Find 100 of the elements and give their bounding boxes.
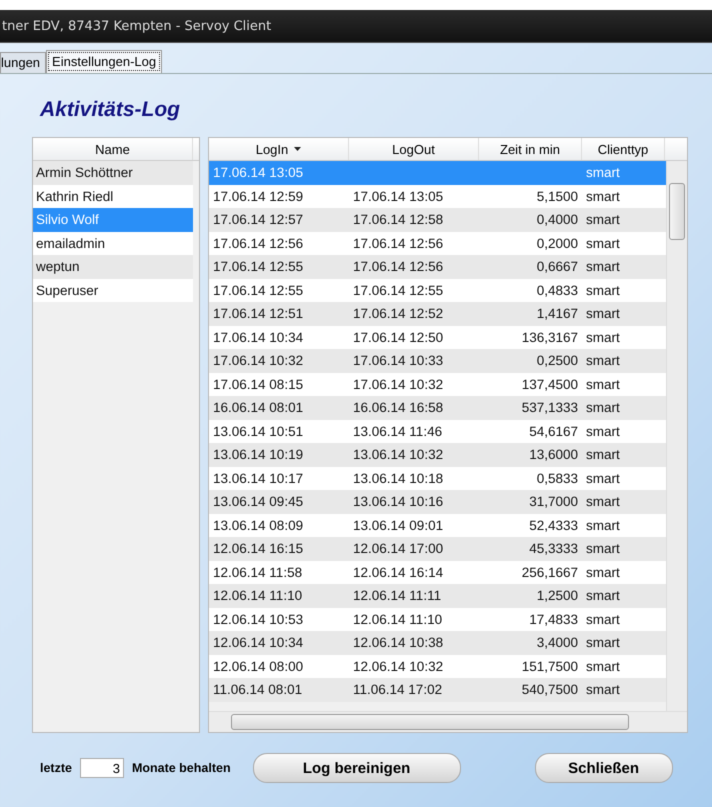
log-row[interactable]: 17.06.14 08:15 17.06.14 10:32 137,4500 smart: [209, 372, 666, 396]
log-row[interactable]: 16.06.14 08:01 16.06.14 16:58 537,1333 smart: [209, 396, 666, 420]
table-cell-text: smart: [585, 236, 621, 251]
field-label: letzte: [40, 761, 72, 775]
table-cell-text: 13,6000: [528, 447, 579, 462]
table-cell-text: smart: [585, 658, 621, 674]
table-cell-text: 1,4167: [536, 306, 579, 322]
table-cell-text: smart: [585, 682, 621, 698]
table-cell-text: 5,1500: [536, 188, 579, 204]
log-row[interactable]: 11.06.14 08:01 11.06.14 17:02 540,7500 smart: [209, 678, 666, 702]
log-row[interactable]: 13.06.14 10:51 13.06.14 11:46 54,6167 smart: [209, 420, 666, 443]
table-cell-text: 12.06.14 10:34: [212, 635, 304, 650]
table-cell-text: 17.06.14 10:33: [352, 353, 444, 368]
column-header[interactable]: Zeit in min: [479, 138, 582, 160]
table-cell-text: smart: [585, 541, 621, 556]
table-cell-text: smart: [585, 588, 621, 604]
table-cell-text: 17.06.14 12:55: [212, 259, 304, 274]
column-header[interactable]: LogIn: [209, 138, 349, 160]
table-cell-text: smart: [585, 400, 621, 416]
user-row[interactable]: emailadmin: [33, 232, 193, 255]
table-cell-text: 17.06.14 12:50: [352, 330, 444, 345]
table-cell-text: 3,4000: [536, 635, 579, 650]
log-row[interactable]: 17.06.14 12:57 17.06.14 12:58 0,4000 smart: [209, 208, 666, 232]
table-cell-text: 12.06.14 08:00: [212, 658, 304, 674]
log-row[interactable]: 17.06.14 12:56 17.06.14 12:56 0,2000 smart: [209, 232, 666, 255]
table-cell-text: 0,5833: [536, 470, 579, 486]
horizontal-scrollbar[interactable]: [209, 711, 687, 732]
table-cell-text: 13.06.14 10:17: [212, 470, 304, 486]
table-cell-text: 13.06.14 10:18: [352, 470, 444, 486]
log-row[interactable]: 17.06.14 10:32 17.06.14 10:33 0,2500 smart: [209, 349, 666, 372]
table-cell-text: smart: [585, 447, 621, 462]
table-cell-text: 0,4000: [536, 212, 579, 228]
log-row[interactable]: 17.06.14 12:59 17.06.14 13:05 5,1500 smart: [209, 184, 666, 208]
user-name: Kathrin Riedl: [35, 188, 114, 204]
table-cell-text: 0,2000: [536, 236, 579, 251]
tab[interactable]: Einstellungen-Log: [46, 50, 162, 73]
table-cell-text: smart: [585, 212, 621, 228]
table-cell-text: 31,7000: [528, 494, 579, 510]
table-cell-text: 12.06.14 11:58: [212, 564, 304, 580]
table-cell-text: smart: [585, 635, 621, 650]
table-cell-text: 540,7500: [520, 682, 579, 698]
months-field[interactable]: 3: [80, 758, 124, 778]
table-cell-text: 13.06.14 10:51: [212, 424, 304, 439]
table-cell-text: 17.06.14 12:59: [212, 188, 304, 204]
table-cell-text: 256,1667: [520, 564, 579, 580]
column-header[interactable]: LogOut: [349, 138, 479, 160]
log-row[interactable]: 12.06.14 10:53 12.06.14 11:10 17,4833 smart: [209, 608, 666, 631]
table-cell-text: smart: [585, 376, 621, 392]
log-row[interactable]: 13.06.14 10:17 13.06.14 10:18 0,5833 smart: [209, 466, 666, 490]
log-row[interactable]: 13.06.14 10:19 13.06.14 10:32 13,6000 smart: [209, 443, 666, 466]
table-cell-text: 12.06.14 10:53: [212, 612, 304, 627]
table-cell-text: 17,4833: [528, 612, 579, 627]
table-cell-text: smart: [585, 188, 621, 204]
table-cell-text: 0,2500: [536, 353, 579, 368]
log-row[interactable]: 17.06.14 12:55 17.06.14 12:56 0,6667 smart: [209, 255, 666, 278]
table-cell-text: 12.06.14 16:14: [352, 564, 444, 580]
log-row[interactable]: 17.06.14 10:34 17.06.14 12:50 136,3167 smart: [209, 326, 666, 349]
column-header[interactable]: Clienttyp: [582, 138, 665, 160]
field-label: Monate behalten: [132, 761, 231, 775]
log-row[interactable]: 13.06.14 08:09 13.06.14 09:01 52,4333 smart: [209, 514, 666, 537]
log-row[interactable]: 13.06.14 09:45 13.06.14 10:16 31,7000 smart: [209, 490, 666, 514]
log-row[interactable]: 12.06.14 16:15 12.06.14 17:00 45,3333 smart: [209, 537, 666, 560]
user-row[interactable]: Kathrin Riedl: [33, 184, 193, 208]
user-row[interactable]: Superuser: [33, 278, 193, 302]
table-cell-text: smart: [585, 470, 621, 486]
log-row[interactable]: 12.06.14 10:34 12.06.14 10:38 3,4000 smart: [209, 631, 666, 654]
tab[interactable]: lungen: [0, 52, 46, 73]
table-cell-text: 11.06.14 08:01: [212, 682, 304, 698]
table-cell-text: 17.06.14 08:15: [212, 376, 304, 392]
table-cell-text: smart: [585, 306, 621, 322]
table-cell-text: 1,2500: [536, 588, 579, 604]
log-row[interactable]: 12.06.14 08:00 12.06.14 10:32 151,7500 smart: [209, 654, 666, 678]
table-cell-text: smart: [585, 494, 621, 510]
table-cell-text: 12.06.14 11:11: [352, 588, 442, 604]
log-row[interactable]: 12.06.14 11:58 12.06.14 16:14 256,1667 smart: [209, 560, 666, 584]
table-cell-text: 16.06.14 08:01: [212, 400, 304, 416]
action-button[interactable]: Log bereinigen: [252, 753, 461, 783]
user-name: Armin Schöttner: [35, 165, 133, 180]
log-row[interactable]: 12.06.14 11:10 12.06.14 11:11 1,2500 smart: [209, 584, 666, 608]
table-cell-text: 17.06.14 10:34: [212, 330, 304, 345]
table-cell-text: smart: [585, 424, 621, 439]
user-row[interactable]: weptun: [33, 255, 193, 278]
vertical-scrollbar[interactable]: [666, 161, 687, 711]
table-cell-text: smart: [585, 353, 621, 368]
user-name: weptun: [35, 259, 80, 274]
table-cell-text: 17.06.14 10:32: [352, 376, 444, 392]
table-cell-text: 17.06.14 12:57: [212, 212, 304, 228]
log-row[interactable]: 17.06.14 12:55 17.06.14 12:55 0,4833 smart: [209, 278, 666, 302]
table-cell-text: smart: [585, 564, 621, 580]
action-button[interactable]: Schließen: [534, 753, 673, 783]
page-heading: Aktivitäts-Log: [40, 98, 182, 123]
table-cell-text: smart: [585, 518, 621, 533]
table-cell-text: 45,3333: [528, 541, 579, 556]
table-cell-text: 17.06.14 12:52: [352, 306, 444, 322]
table-cell-text: 54,6167: [528, 424, 579, 439]
table-cell-text: 17.06.14 12:55: [352, 282, 444, 298]
table-cell-text: 17.06.14 12:55: [212, 282, 304, 298]
table-cell-text: 12.06.14 10:32: [352, 658, 444, 674]
user-row[interactable]: Armin Schöttner: [33, 161, 193, 184]
log-row[interactable]: 17.06.14 12:51 17.06.14 12:52 1,4167 smart: [209, 302, 666, 326]
